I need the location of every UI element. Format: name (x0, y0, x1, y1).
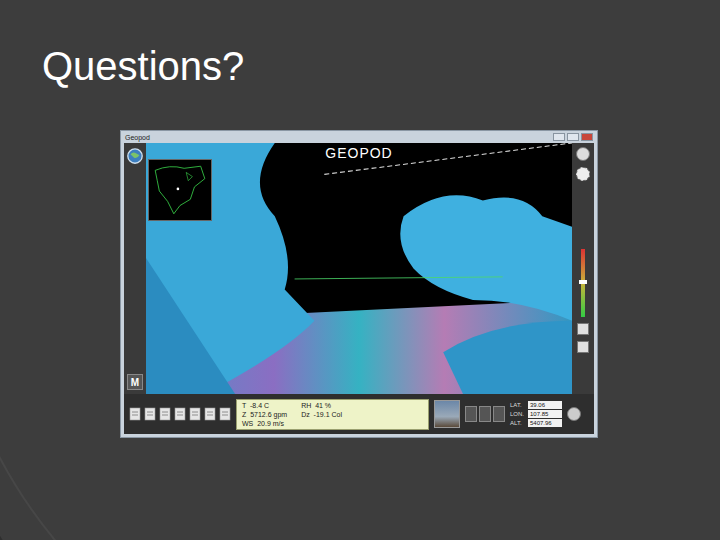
aircraft-thumbnail (434, 400, 460, 428)
position-row: ALT.5407.96 (510, 419, 562, 427)
fly-button[interactable] (567, 407, 581, 421)
readout-value: T -8.4 C (242, 401, 287, 410)
lock-icon[interactable] (577, 323, 589, 335)
altitude-slider[interactable] (581, 249, 585, 317)
window-title: Geopod (125, 134, 150, 141)
readout-value: WS 20.9 m/s (242, 419, 287, 428)
readout-panel: T -8.4 CZ 5712.6 gpmWS 20.9 m/s RH 41 %Dz… (236, 399, 429, 430)
tool-group (129, 407, 231, 421)
minimize-button[interactable] (553, 133, 565, 141)
position-label: LAT. (510, 402, 526, 408)
maximize-button[interactable] (567, 133, 579, 141)
swap-icon[interactable] (204, 407, 216, 421)
app-window: Geopod M GEOPOD T -8.4 CZ 5712.6 gpmWS 20.9… (120, 130, 598, 438)
table-icon[interactable] (159, 407, 171, 421)
scene-view[interactable]: GEOPOD (146, 143, 572, 394)
notes-icon[interactable] (129, 407, 141, 421)
mini-map[interactable] (148, 159, 212, 221)
readout-value: Dz -19.1 Col (301, 410, 342, 419)
right-rail (572, 143, 594, 394)
readout-column: RH 41 %Dz -19.1 Col (301, 401, 342, 428)
close-button[interactable] (581, 133, 593, 141)
slider-thumb[interactable] (579, 280, 587, 284)
main-row: M GEOPOD (124, 143, 594, 394)
toolbar: T -8.4 CZ 5712.6 gpmWS 20.9 m/s RH 41 %Dz… (124, 394, 594, 434)
left-rail: M (124, 143, 146, 394)
mode-button[interactable]: M (127, 374, 143, 390)
position-row: LAT.39.06 (510, 401, 562, 409)
position-value: 107.85 (528, 410, 562, 418)
globe-icon[interactable] (126, 147, 144, 165)
slide: Questions? Geopod M GEOPOD T -8.4 CZ 5712.6 … (0, 0, 720, 540)
position-label: LON. (510, 411, 526, 417)
layers-icon[interactable] (189, 407, 201, 421)
title-bar: Geopod (121, 131, 597, 143)
readout-value: RH 41 % (301, 401, 342, 410)
gauge-icon (479, 406, 491, 422)
position-row: LON.107.85 (510, 410, 562, 418)
gauge-icon (465, 406, 477, 422)
position-label: ALT. (510, 420, 526, 426)
gauge-icon (493, 406, 505, 422)
window-controls (553, 133, 593, 141)
probe-icon[interactable] (174, 407, 186, 421)
position-value: 39.06 (528, 401, 562, 409)
gear-icon[interactable] (576, 167, 590, 181)
list-icon[interactable] (144, 407, 156, 421)
slide-title: Questions? (42, 42, 720, 90)
camera-icon[interactable] (577, 341, 589, 353)
app-body: M GEOPOD T -8.4 CZ 5712.6 gpmWS 20.9 m/s RH… (124, 143, 594, 434)
readout-column: T -8.4 CZ 5712.6 gpmWS 20.9 m/s (242, 401, 287, 428)
help-icon[interactable] (576, 147, 590, 161)
gauge-group (465, 406, 505, 422)
north-america-map-icon (149, 160, 211, 220)
readout-value: Z 5712.6 gpm (242, 410, 287, 419)
position-value: 5407.96 (528, 419, 562, 427)
save-icon[interactable] (219, 407, 231, 421)
app-logo: GEOPOD (321, 145, 396, 161)
position-panel: LAT.39.06LON.107.85ALT.5407.96 (510, 401, 562, 427)
